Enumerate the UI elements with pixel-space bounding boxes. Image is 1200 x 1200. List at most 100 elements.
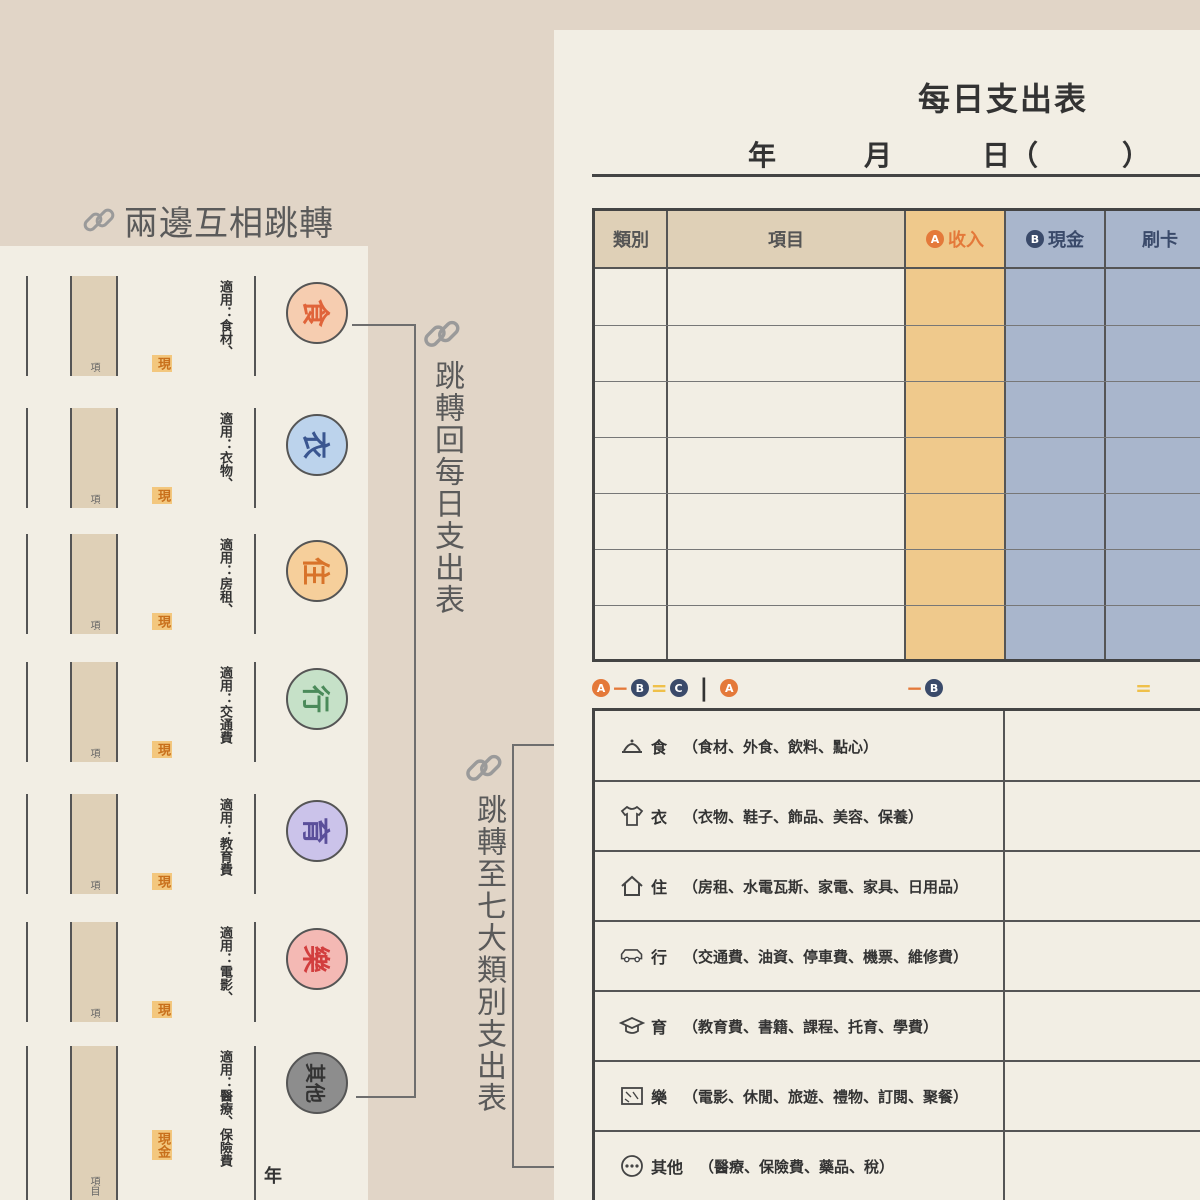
left-category-row[interactable]: 項 現 適用：交通費 行 xyxy=(0,662,368,762)
equals-sign: = xyxy=(650,676,668,700)
apply-label: 適用：食材、 xyxy=(217,280,232,358)
divider xyxy=(254,1046,256,1200)
left-category-row[interactable]: 項 現 適用：房租、 住 xyxy=(0,534,368,634)
car-icon xyxy=(619,943,645,969)
category-link-row[interactable]: 樂 （電影、休閒、旅遊、禮物、訂閱、聚餐） xyxy=(619,1061,968,1131)
cash-column xyxy=(1005,211,1105,659)
link-icon xyxy=(83,208,115,231)
divider xyxy=(254,662,256,762)
item-header-cell xyxy=(70,662,118,762)
divider xyxy=(1104,211,1106,659)
left-category-row[interactable]: 項 現 適用：教育費 育 xyxy=(0,794,368,894)
cash-label: 現 xyxy=(152,741,172,758)
ticket-icon xyxy=(619,1083,645,1109)
connector-line-to-cat-vertical xyxy=(512,744,514,1168)
category-char: 食 xyxy=(299,298,332,327)
category-link-row[interactable]: 衣 （衣物、鞋子、飾品、美容、保養） xyxy=(619,781,923,851)
category-link-row[interactable]: 育 （教育費、書籍、課程、托育、學費） xyxy=(618,991,938,1061)
header-card: 刷卡 xyxy=(1105,211,1200,269)
category-link-row[interactable]: 行 （交通費、油資、停車費、機票、維修費） xyxy=(619,921,968,991)
category-link-row[interactable]: 其他 （醫療、保險費、藥品、稅） xyxy=(619,1131,894,1200)
item-header-cell xyxy=(70,794,118,894)
category-link-button[interactable]: 住 xyxy=(286,540,348,602)
category-column xyxy=(595,211,667,659)
divider xyxy=(26,662,28,762)
category-char: 衣 xyxy=(299,430,332,459)
more-icon xyxy=(619,1153,645,1179)
left-category-row[interactable]: 項 現 適用：食材、 食 xyxy=(0,276,368,376)
category-char: 行 xyxy=(299,684,332,713)
divider xyxy=(666,211,668,659)
caption-both-ways-link: 兩邊互相跳轉 xyxy=(80,196,334,245)
item-header-cell xyxy=(70,922,118,1022)
row-line xyxy=(595,605,1200,606)
category-link-button[interactable]: 育 xyxy=(286,800,348,862)
divider xyxy=(254,922,256,1022)
category-link-row[interactable]: 食 （食材、外食、飲料、點心） xyxy=(619,711,878,781)
badge-b-icon: B xyxy=(630,679,649,697)
category-name: 育 xyxy=(651,1018,668,1037)
header-income: A 收入 xyxy=(905,211,1005,269)
divider xyxy=(26,922,28,1022)
category-link-button[interactable]: 食 xyxy=(286,282,348,344)
divider xyxy=(254,408,256,508)
divider xyxy=(1003,711,1005,1200)
item-label: 項目 xyxy=(88,1176,99,1196)
divider xyxy=(26,534,28,634)
row-line xyxy=(595,381,1200,382)
header-category: 類別 xyxy=(595,211,667,269)
divider xyxy=(26,794,28,894)
category-link-button[interactable]: 行 xyxy=(286,668,348,730)
item-label: 項 xyxy=(88,620,99,630)
cash-label: 現 xyxy=(152,1001,172,1018)
category-char: 住 xyxy=(299,556,332,585)
equals-sign: = xyxy=(1135,676,1152,700)
apply-label: 適用：交通費 xyxy=(217,666,232,744)
mortarboard-icon xyxy=(618,1013,646,1039)
item-header-cell xyxy=(70,408,118,508)
cash-label: 現 xyxy=(152,613,172,630)
category-name: 衣 xyxy=(651,808,668,827)
divider xyxy=(254,534,256,634)
left-category-row[interactable]: 項 現 適用：電影、 樂 xyxy=(0,922,368,1022)
item-label: 項 xyxy=(88,748,99,758)
apply-label: 適用：電影、 xyxy=(217,926,232,1004)
category-detail: （衣物、鞋子、飾品、美容、保養） xyxy=(683,807,924,826)
date-year[interactable]: 年 xyxy=(748,134,776,174)
left-category-row[interactable]: 項 現 適用：衣物、 衣 xyxy=(0,408,368,508)
item-label: 項 xyxy=(88,362,99,372)
connector-line-back xyxy=(352,324,416,326)
link-icon-back xyxy=(424,320,460,347)
category-link-row[interactable]: 住 （房租、水電瓦斯、家電、家具、日用品） xyxy=(619,851,968,921)
caption-text: 兩邊互相跳轉 xyxy=(124,204,334,244)
tshirt-icon xyxy=(619,803,645,829)
apply-label: 適用：教育費 xyxy=(217,798,232,876)
item-header-cell xyxy=(70,276,118,376)
cash-label: 現 xyxy=(152,355,172,372)
date-day[interactable]: 日（ xyxy=(982,134,1038,174)
category-name: 樂 xyxy=(651,1088,668,1107)
category-summary-table: 食 （食材、外食、飲料、點心） 衣 （衣物、鞋子、飾品、美容、保養） 住 （房租、水電瓦斯… xyxy=(592,708,1200,1200)
category-detail: （食材、外食、飲料、點心） xyxy=(683,737,879,756)
category-link-button[interactable]: 樂 xyxy=(286,928,348,990)
date-month[interactable]: 月 xyxy=(864,134,892,174)
label-back-to-daily: 跳轉回每日支出表 xyxy=(429,360,464,616)
left-category-row[interactable]: 項目 現金 適用：醫療、保險費 其他 xyxy=(0,1046,368,1200)
category-name: 行 xyxy=(651,948,668,967)
divider xyxy=(254,794,256,894)
divider xyxy=(254,276,256,376)
badge-c-icon: C xyxy=(669,679,688,697)
category-link-button[interactable]: 其他 xyxy=(286,1052,348,1114)
daily-expense-sheet: 每日支出表 年 月 日（ ） 類別 項目 A 收入 B 現金 刷卡 A − B … xyxy=(554,30,1200,1200)
category-detail: （交通費、油資、停車費、機票、維修費） xyxy=(683,947,969,966)
item-column xyxy=(667,211,905,659)
house-icon xyxy=(619,873,645,899)
divider xyxy=(1004,211,1006,659)
apply-label: 適用：衣物、 xyxy=(217,412,232,490)
category-link-button[interactable]: 衣 xyxy=(286,414,348,476)
daily-expense-table: 類別 項目 A 收入 B 現金 刷卡 xyxy=(592,208,1200,662)
income-column xyxy=(905,211,1005,659)
cash-label: 現 xyxy=(152,873,172,890)
category-char: 育 xyxy=(299,816,332,845)
badge-b-icon: B xyxy=(925,679,944,697)
